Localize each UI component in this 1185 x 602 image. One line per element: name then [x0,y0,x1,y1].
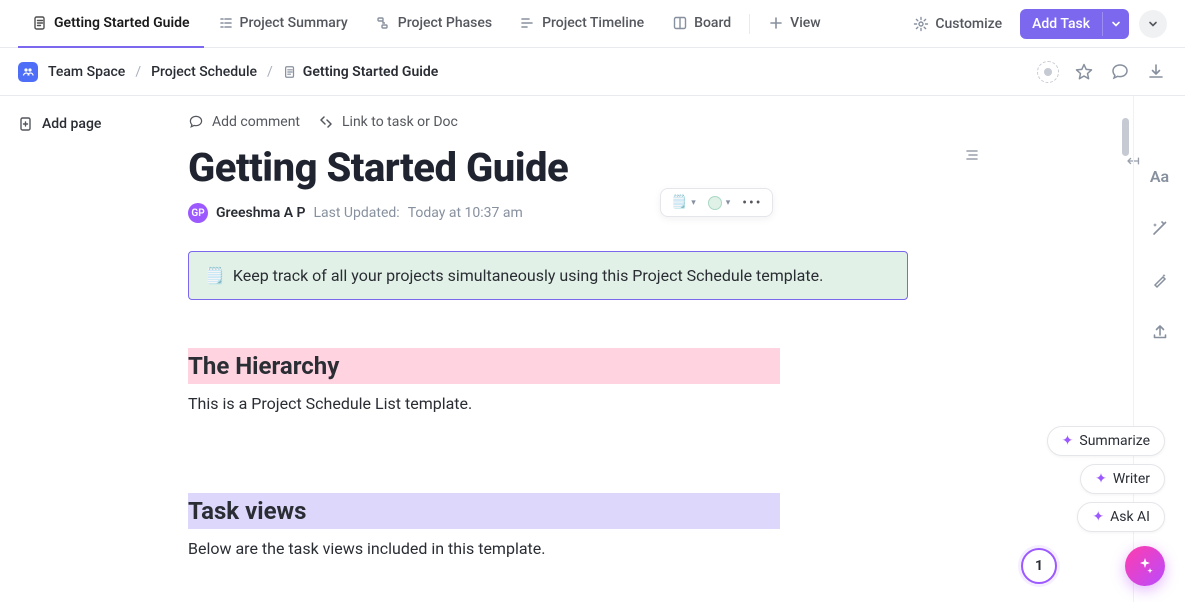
section-taskviews-heading[interactable]: Task views [188,493,780,529]
tabs-list: Getting Started Guide Project Summary Pr… [18,0,835,48]
color-swatch-icon [708,196,722,210]
callout-emoji-icon: 🗒️ [205,266,225,285]
tab-project-timeline[interactable]: Project Timeline [506,0,658,48]
page-title[interactable]: Getting Started Guide [188,144,1185,191]
link-icon [318,114,334,130]
add-task-caret[interactable] [1102,12,1129,36]
tab-project-phases[interactable]: Project Phases [362,0,506,48]
typography-button[interactable]: Aa [1148,164,1172,188]
sparkle-icon: ✦ [1095,471,1107,487]
block-format-toolbar[interactable]: 🗒️ ▾ ▾ ••• [660,188,773,217]
tab-board[interactable]: Board [658,0,745,48]
download-button[interactable] [1145,61,1167,83]
tabs-bar: Getting Started Guide Project Summary Pr… [0,0,1185,48]
timeline-icon [520,15,536,31]
last-updated-value: Today at 10:37 am [408,205,523,221]
last-updated-label: Last Updated: [314,205,400,221]
fab-row: 1 [1021,546,1165,586]
board-icon [672,15,688,31]
crumb-current-label: Getting Started Guide [303,64,439,80]
share-button[interactable] [1148,320,1172,344]
crumb-project[interactable]: Project Schedule [151,64,257,80]
callout-text[interactable]: Keep track of all your projects simultan… [233,266,823,285]
author-name[interactable]: Greeshma A P [216,205,306,221]
sparkle-icon: ✦ [1062,433,1074,449]
add-comment-button[interactable]: Add comment [188,114,300,130]
title-side-actions [963,146,985,168]
add-task-button[interactable]: Add Task [1020,9,1129,39]
add-comment-label: Add comment [212,114,300,130]
section-hierarchy-heading[interactable]: The Hierarchy [188,348,780,384]
callout-block[interactable]: 🗒️ Keep track of all your projects simul… [188,251,908,300]
ai-writer-button[interactable]: ✦ Writer [1080,464,1165,494]
gear-icon [913,16,929,32]
plus-icon [768,15,784,31]
ai-fab-button[interactable] [1125,546,1165,586]
add-page-label: Add page [42,116,101,132]
add-view-button[interactable]: View [754,0,835,48]
chevron-down-icon [1147,18,1159,30]
sparkle-icon: ✦ [1092,509,1104,525]
tab-label: Project Phases [398,15,492,31]
chevron-down-icon: ▾ [726,198,731,208]
breadcrumb: Team Space / Project Schedule / Getting … [18,62,438,82]
breadcrumb-actions [1037,61,1167,83]
ai-ask-button[interactable]: ✦ Ask AI [1077,502,1165,532]
more-menu-button[interactable] [1139,10,1167,38]
crumb-current-page[interactable]: Getting Started Guide [283,64,439,80]
link-task-label: Link to task or Doc [342,114,458,130]
block-more-button[interactable]: ••• [738,195,766,211]
callout-emoji-picker[interactable]: 🗒️ ▾ [667,193,700,212]
notification-badge[interactable]: 1 [1021,548,1057,584]
doc-toolbar: Add comment Link to task or Doc [188,114,1185,130]
notepad-emoji-icon: 🗒️ [671,195,687,210]
link-task-button[interactable]: Link to task or Doc [318,114,458,130]
document-area: Add comment Link to task or Doc Getting … [170,96,1185,602]
chevron-down-icon: ▾ [691,198,696,208]
callout-color-picker[interactable]: ▾ [704,194,735,212]
ai-ask-label: Ask AI [1110,509,1150,525]
team-space-icon [18,62,38,82]
phases-icon [376,15,392,31]
tab-project-summary[interactable]: Project Summary [204,0,362,48]
ai-summarize-label: Summarize [1079,433,1150,449]
list-icon [218,15,234,31]
comments-button[interactable] [1109,61,1131,83]
crumb-team-space[interactable]: Team Space [48,64,125,80]
tab-getting-started[interactable]: Getting Started Guide [18,0,204,48]
add-task-label: Add Task [1020,9,1102,39]
customize-label: Customize [935,16,1002,32]
ai-writer-label: Writer [1113,471,1150,487]
tab-label: Getting Started Guide [54,15,190,31]
ai-suggestions: ✦ Summarize ✦ Writer ✦ Ask AI [1047,426,1165,532]
tab-label: Board [694,15,731,31]
comment-icon [188,114,204,130]
plus-page-icon [18,116,34,132]
breadcrumb-bar: Team Space / Project Schedule / Getting … [0,48,1185,96]
tab-label: Project Summary [240,15,348,31]
ai-enhance-button[interactable] [1148,216,1172,240]
view-label: View [790,15,821,31]
doc-icon [283,65,297,79]
tabs-right: Customize Add Task [905,9,1167,39]
ai-summarize-button[interactable]: ✦ Summarize [1047,426,1165,456]
author-avatar[interactable]: GP [188,203,208,223]
tab-divider [749,14,750,34]
magic-wand-button[interactable] [1148,268,1172,292]
favorite-button[interactable] [1073,61,1095,83]
add-page-button[interactable]: Add page [18,116,152,132]
doc-icon [32,15,48,31]
customize-button[interactable]: Customize [905,10,1010,38]
outline-icon[interactable] [963,146,985,168]
section-hierarchy-body[interactable]: This is a Project Schedule List template… [188,394,1185,413]
body: Add page Add comment Link to task or Doc… [0,96,1185,602]
left-sidebar: Add page [0,96,170,602]
focus-mode-button[interactable] [1037,61,1059,83]
tab-label: Project Timeline [542,15,644,31]
crumb-sep: / [267,64,273,80]
scrollbar[interactable] [1122,118,1129,156]
crumb-sep: / [135,64,141,80]
